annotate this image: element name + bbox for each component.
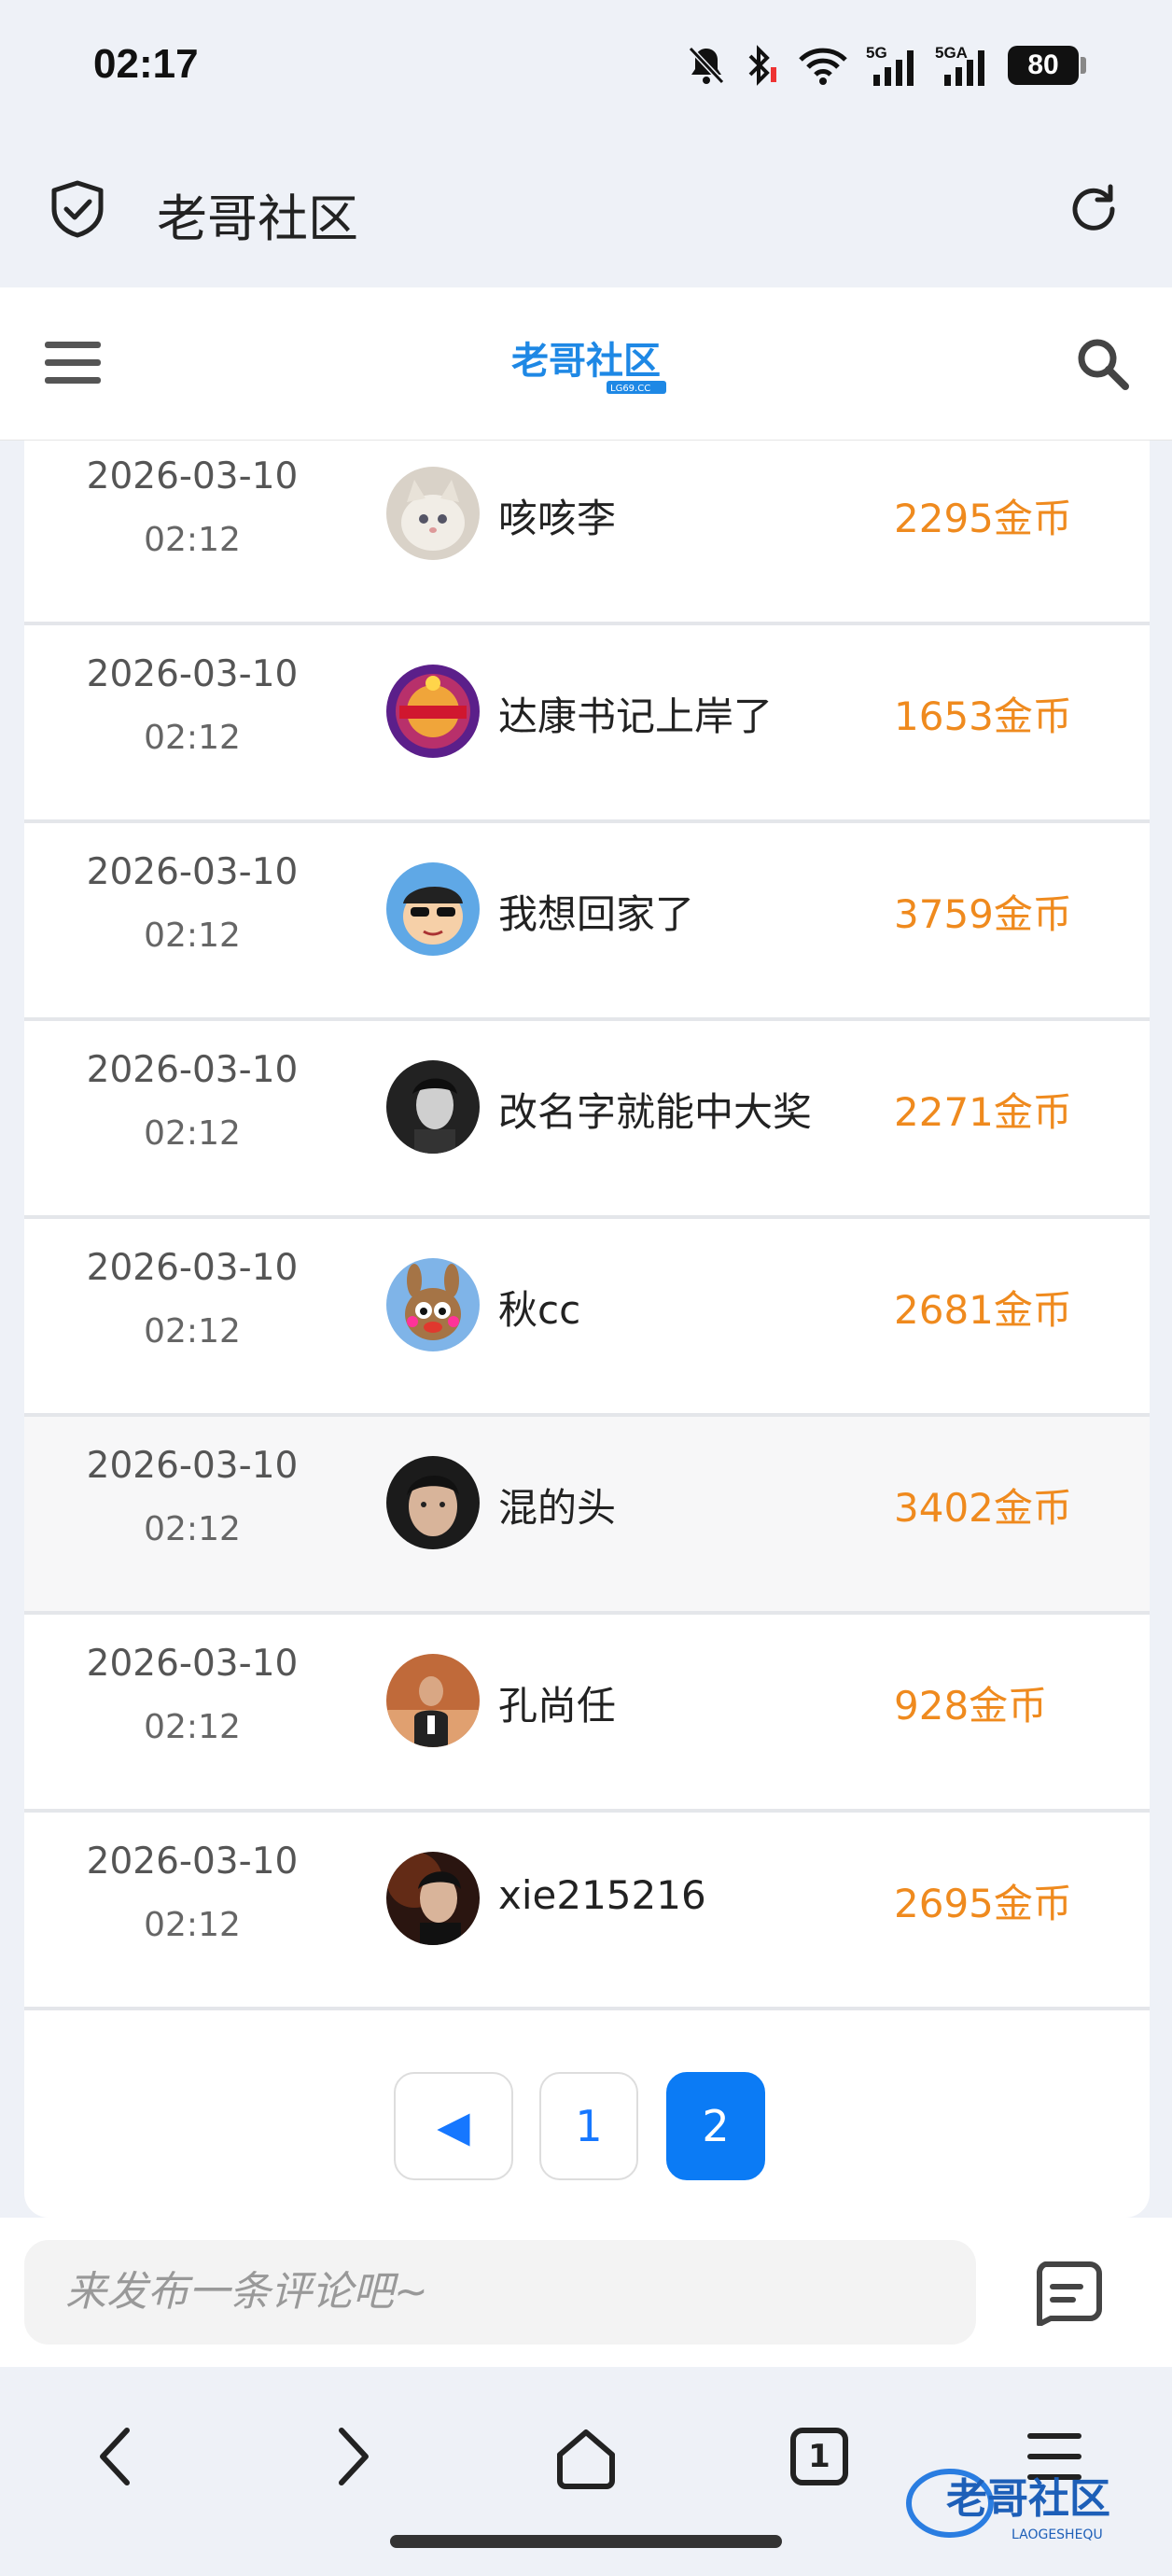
forward-icon[interactable]	[314, 2419, 388, 2494]
row-coins: 3759金币	[894, 891, 1072, 937]
row-date: 2026-03-10	[86, 1445, 299, 1487]
menu-icon[interactable]	[45, 342, 101, 388]
row-coins: 2271金币	[894, 1089, 1072, 1135]
purple-badge-avatar[interactable]	[386, 665, 480, 758]
svg-text:5G: 5G	[866, 44, 887, 62]
signal-5ga-icon: 5GA	[935, 44, 984, 86]
site-header: 老哥社区 LG69.CC	[0, 287, 1172, 441]
browser-nav-bar: 1 老哥社区 LAOGESHEQU	[0, 2367, 1172, 2576]
svg-text:5GA: 5GA	[935, 44, 968, 62]
list-row: 2026-03-10 02:12 孔尚任 928金币	[24, 1615, 1150, 1813]
row-username[interactable]: 达康书记上岸了	[498, 685, 773, 742]
face-photo-avatar[interactable]	[386, 1456, 480, 1549]
row-time: 02:12	[144, 917, 241, 955]
tab-count: 1	[808, 2438, 830, 2475]
row-date: 2026-03-10	[86, 851, 299, 893]
row-coins: 2695金币	[894, 1881, 1072, 1926]
watermark-logo: 老哥社区 LAOGESHEQU	[906, 2469, 1110, 2542]
signal-5g-icon: 5G	[866, 44, 914, 86]
home-icon[interactable]	[549, 2419, 623, 2494]
home-indicator[interactable]	[390, 2535, 782, 2548]
page-button-2[interactable]: 2	[666, 2072, 765, 2180]
status-time: 02:17	[93, 41, 199, 87]
list-row: 2026-03-10 02:12 达康书记上岸了 1653金币	[24, 625, 1150, 823]
status-icons: 5G 5GA 80	[687, 37, 1086, 93]
cat-avatar[interactable]	[386, 467, 480, 560]
logo-sub-text: LG69.CC	[610, 384, 650, 394]
list-row: 2026-03-10 02:12 我想回家了 3759金币	[24, 823, 1150, 1021]
row-time: 02:12	[144, 521, 241, 559]
browser-bar: 老哥社区	[0, 140, 1172, 287]
reload-icon[interactable]	[1064, 179, 1123, 239]
row-date: 2026-03-10	[86, 1841, 299, 1883]
row-coins: 2681金币	[894, 1287, 1072, 1333]
dark-photo-avatar[interactable]	[386, 1060, 480, 1154]
portrait-avatar[interactable]	[386, 1852, 480, 1945]
row-username[interactable]: 孔尚任	[498, 1674, 616, 1731]
prev-page-button[interactable]: ◀	[394, 2072, 513, 2180]
row-username[interactable]: 咳咳李	[498, 487, 616, 544]
row-coins: 2295金币	[894, 496, 1072, 541]
row-date: 2026-03-10	[86, 653, 299, 695]
row-time: 02:12	[144, 719, 241, 757]
battery-indicator: 80	[1008, 46, 1086, 85]
comment-bar: 来发布一条评论吧~	[0, 2218, 1172, 2367]
row-username[interactable]: 改名字就能中大奖	[498, 1081, 812, 1138]
row-username[interactable]: 秋cc	[498, 1279, 580, 1336]
comment-icon[interactable]	[1032, 2261, 1103, 2326]
page-button-1[interactable]: 1	[539, 2072, 638, 2180]
mute-bell-icon	[688, 46, 725, 85]
watermark-text: 老哥社区	[946, 2475, 1110, 2523]
pagination: ◀ 1 2	[24, 2072, 1150, 2184]
list-row: 2026-03-10 02:12 xie215216 2695金币	[24, 1813, 1150, 2010]
search-icon[interactable]	[1073, 334, 1131, 392]
tabs-button[interactable]: 1	[782, 2419, 857, 2494]
list-row: 2026-03-10 02:12 混的头 3402金币	[24, 1417, 1150, 1615]
row-coins: 3402金币	[894, 1485, 1072, 1531]
comment-input[interactable]: 来发布一条评论吧~	[24, 2240, 976, 2345]
row-username[interactable]: 我想回家了	[498, 883, 694, 940]
row-coins: 928金币	[894, 1683, 1048, 1729]
row-username[interactable]: 混的头	[498, 1477, 616, 1533]
shield-check-icon[interactable]	[49, 179, 106, 239]
back-icon[interactable]	[80, 2419, 155, 2494]
rabbit-avatar[interactable]	[386, 1258, 480, 1351]
row-time: 02:12	[144, 1708, 241, 1746]
cartoon-boy-avatar[interactable]	[386, 862, 480, 956]
site-logo[interactable]: 老哥社区 LG69.CC	[504, 332, 674, 399]
row-time: 02:12	[144, 1510, 241, 1548]
row-time: 02:12	[144, 1312, 241, 1351]
row-username[interactable]: xie215216	[498, 1872, 706, 1918]
man-photo-avatar[interactable]	[386, 1654, 480, 1747]
row-coins: 1653金币	[894, 693, 1072, 739]
list-row: 2026-03-10 02:12 咳咳李 2295金币	[24, 441, 1150, 625]
row-time: 02:12	[144, 1114, 241, 1153]
list-row: 2026-03-10 02:12 秋cc 2681金币	[24, 1219, 1150, 1417]
page-title: 老哥社区	[157, 189, 358, 248]
status-bar: 02:17 5G 5GA 80	[0, 0, 1172, 140]
row-date: 2026-03-10	[86, 1247, 299, 1289]
reward-list: 2026-03-10 02:12 咳咳李 2295金币 2026-03-10 02:12 达…	[24, 441, 1150, 2218]
row-time: 02:12	[144, 1906, 241, 1944]
wifi-icon	[799, 48, 847, 85]
list-row: 2026-03-10 02:12 改名字就能中大奖 2271金币	[24, 1021, 1150, 1219]
row-date: 2026-03-10	[86, 455, 299, 497]
row-date: 2026-03-10	[86, 1049, 299, 1091]
row-date: 2026-03-10	[86, 1643, 299, 1685]
watermark-sub: LAOGESHEQU	[1012, 2527, 1103, 2542]
bluetooth-icon	[748, 45, 776, 86]
logo-text: 老哥社区	[511, 340, 661, 383]
